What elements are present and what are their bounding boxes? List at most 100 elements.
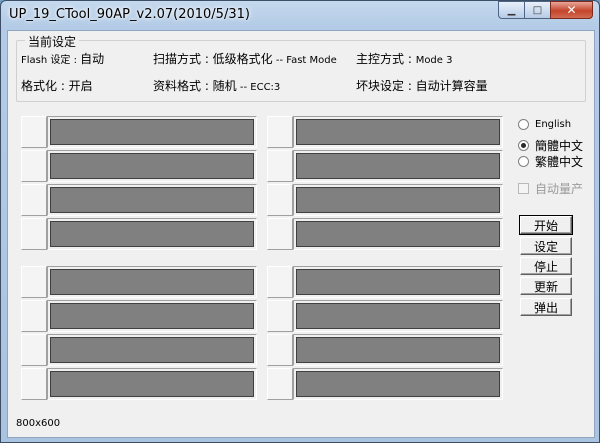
current-settings-group: 当前设定 Flash 设定 : 自动 扫描方式 : 低级格式化 -- Fast …: [16, 33, 586, 102]
minimize-icon: ▁: [507, 4, 516, 16]
slot-button[interactable]: [21, 116, 47, 148]
slot-progress-bar: [47, 150, 257, 182]
eject-button[interactable]: 弹出: [520, 298, 572, 316]
start-button-label: 开始: [533, 218, 558, 233]
slot-progress-bar: [293, 300, 503, 332]
slot-progress-fill: [296, 153, 500, 179]
slot-progress-bar: [293, 266, 503, 298]
data-value: -- ECC:3: [236, 82, 281, 93]
slot-progress-fill: [50, 187, 254, 213]
slot-button[interactable]: [267, 218, 293, 250]
data-format: 资料格式 : 随机 -- ECC:3: [153, 77, 280, 94]
slot-progress-bar: [293, 116, 503, 148]
slot-progress-bar: [47, 300, 257, 332]
refresh-button[interactable]: 更新: [520, 277, 572, 295]
start-button[interactable]: 开始: [519, 215, 573, 235]
close-icon: ✕: [566, 3, 577, 17]
flash-label: Flash 设定 :: [21, 55, 81, 66]
format-label: 格式化 : 开启: [21, 79, 93, 93]
slot-button[interactable]: [21, 184, 47, 216]
slot-button[interactable]: [267, 334, 293, 366]
slot-progress-bar: [47, 218, 257, 250]
slot-progress-fill: [50, 337, 254, 363]
scan-label: 扫描方式 : 低级格式化: [153, 52, 273, 66]
slot-progress-bar: [47, 184, 257, 216]
radio-english-circle[interactable]: [518, 119, 529, 130]
settings-button[interactable]: 设定: [520, 237, 572, 255]
slot-progress-bar: [293, 218, 503, 250]
stop-button-label: 停止: [533, 259, 558, 274]
settings-button-label: 设定: [533, 239, 558, 254]
stop-button[interactable]: 停止: [520, 257, 572, 275]
slot-button[interactable]: [21, 150, 47, 182]
control-label: 主控方式 :: [356, 52, 416, 66]
slot-progress-fill: [50, 221, 254, 247]
radio-traditional-chinese-circle[interactable]: [518, 156, 529, 167]
slot-progress-bar: [293, 368, 503, 400]
slot-button[interactable]: [21, 266, 47, 298]
slot-progress-bar: [47, 368, 257, 400]
main-window: UP_19_CTool_90AP_v2.07(2010/5/31) ▁ □ ✕ …: [0, 0, 600, 443]
slot-progress-fill: [50, 303, 254, 329]
radio-traditional-chinese-label: 繁體中文: [535, 155, 584, 169]
slot-button[interactable]: [21, 218, 47, 250]
slot-progress-bar: [293, 334, 503, 366]
slot-progress-bar: [47, 266, 257, 298]
data-label: 资料格式 : 随机: [153, 79, 237, 93]
title-bar[interactable]: UP_19_CTool_90AP_v2.07(2010/5/31) ▁ □ ✕: [1, 1, 599, 29]
control-value: Mode 3: [415, 55, 453, 66]
scan-value: -- Fast Mode: [272, 55, 337, 66]
client-area: 当前设定 Flash 设定 : 自动 扫描方式 : 低级格式化 -- Fast …: [7, 30, 595, 438]
slot-button[interactable]: [21, 300, 47, 332]
radio-simplified-chinese-circle[interactable]: [518, 140, 529, 151]
slot-progress-fill: [50, 371, 254, 397]
slot-progress-fill: [296, 119, 500, 145]
flash-value: 自动: [80, 52, 105, 66]
slot-button[interactable]: [267, 184, 293, 216]
flash-setting: Flash 设定 : 自动: [21, 50, 104, 67]
radio-simplified-chinese[interactable]: 簡體中文: [518, 137, 583, 154]
slot-progress-fill: [296, 221, 500, 247]
slot-button[interactable]: [267, 150, 293, 182]
slot-button[interactable]: [267, 116, 293, 148]
slot-progress-fill: [296, 269, 500, 295]
format-setting: 格式化 : 开启: [21, 77, 93, 94]
slot-button[interactable]: [21, 368, 47, 400]
status-resolution: 800x600: [16, 418, 61, 429]
radio-traditional-chinese[interactable]: 繁體中文: [518, 153, 583, 170]
slot-button[interactable]: [267, 300, 293, 332]
refresh-button-label: 更新: [533, 279, 558, 294]
window-title: UP_19_CTool_90AP_v2.07(2010/5/31): [9, 7, 250, 22]
slot-button[interactable]: [21, 334, 47, 366]
slot-progress-bar: [293, 150, 503, 182]
slot-progress-fill: [50, 269, 254, 295]
slot-progress-bar: [293, 184, 503, 216]
slot-button[interactable]: [267, 368, 293, 400]
auto-produce-box[interactable]: [518, 183, 529, 194]
slot-button[interactable]: [267, 266, 293, 298]
group-title: 当前设定: [25, 33, 80, 50]
maximize-icon: □: [532, 4, 543, 16]
close-button[interactable]: ✕: [550, 1, 593, 19]
slot-progress-fill: [50, 153, 254, 179]
slot-progress-fill: [296, 337, 500, 363]
maximize-button[interactable]: □: [524, 1, 550, 19]
bad-block-setting: 坏块设定 : 自动计算容量: [356, 77, 488, 94]
auto-produce-label: 自动量产: [535, 182, 584, 196]
badblock-label: 坏块设定 : 自动计算容量: [356, 79, 488, 93]
scan-mode: 扫描方式 : 低级格式化 -- Fast Mode: [153, 50, 337, 67]
slot-progress-bar: [47, 334, 257, 366]
radio-english[interactable]: English: [518, 119, 571, 130]
controller-mode: 主控方式 : Mode 3: [356, 50, 452, 67]
slot-progress-fill: [50, 119, 254, 145]
minimize-button[interactable]: ▁: [498, 1, 524, 19]
slot-progress-fill: [296, 187, 500, 213]
window-controls: ▁ □ ✕: [498, 1, 593, 19]
auto-produce-checkbox[interactable]: 自动量产: [518, 180, 583, 197]
slot-progress-bar: [47, 116, 257, 148]
slot-progress-fill: [296, 303, 500, 329]
radio-english-label: English: [535, 119, 572, 130]
eject-button-label: 弹出: [533, 300, 558, 315]
radio-simplified-chinese-label: 簡體中文: [535, 139, 584, 153]
slot-progress-fill: [296, 371, 500, 397]
